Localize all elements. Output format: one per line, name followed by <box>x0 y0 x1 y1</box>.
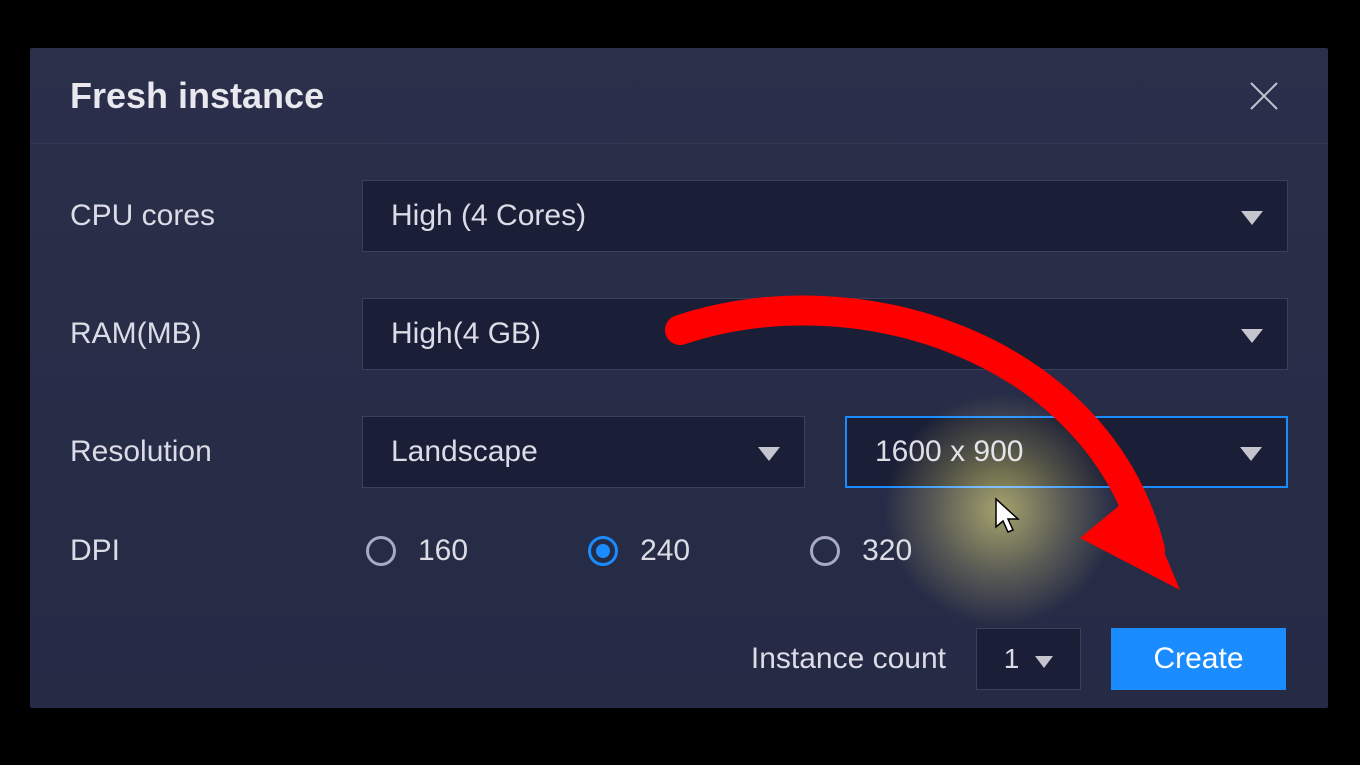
radio-icon <box>366 536 396 566</box>
cpu-select-value: High (4 Cores) <box>391 199 586 233</box>
dpi-option-240[interactable]: 240 <box>588 534 690 568</box>
orientation-select-value: Landscape <box>391 435 538 469</box>
dialog-footer: Instance count 1 Create <box>70 628 1288 690</box>
chevron-down-icon <box>758 435 780 469</box>
dpi-row: DPI 160 240 320 <box>70 534 1288 568</box>
dpi-radio-group: 160 240 320 <box>362 534 912 568</box>
create-button-label: Create <box>1153 642 1243 676</box>
resolution-size-value: 1600 x 900 <box>875 435 1023 469</box>
fresh-instance-dialog: Fresh instance CPU cores High (4 Cores) … <box>30 48 1328 708</box>
dpi-option-320[interactable]: 320 <box>810 534 912 568</box>
dialog-title: Fresh instance <box>70 75 324 117</box>
ram-select[interactable]: High(4 GB) <box>362 298 1288 370</box>
close-button[interactable] <box>1240 72 1288 120</box>
resolution-size-select[interactable]: 1600 x 900 <box>845 416 1288 488</box>
ram-label: RAM(MB) <box>70 317 362 351</box>
cpu-row: CPU cores High (4 Cores) <box>70 180 1288 252</box>
chevron-down-icon <box>1241 199 1263 233</box>
dpi-option-label: 160 <box>418 534 468 568</box>
dpi-option-label: 320 <box>862 534 912 568</box>
ram-row: RAM(MB) High(4 GB) <box>70 298 1288 370</box>
chevron-down-icon <box>1035 643 1053 675</box>
ram-select-value: High(4 GB) <box>391 317 541 351</box>
radio-icon <box>810 536 840 566</box>
resolution-row: Resolution Landscape 1600 x 900 <box>70 416 1288 488</box>
dpi-option-160[interactable]: 160 <box>366 534 468 568</box>
instance-count-label: Instance count <box>751 642 946 676</box>
instance-count-select[interactable]: 1 <box>976 628 1081 690</box>
instance-count-value: 1 <box>1004 643 1020 675</box>
cpu-label: CPU cores <box>70 199 362 233</box>
cpu-select[interactable]: High (4 Cores) <box>362 180 1288 252</box>
create-button[interactable]: Create <box>1111 628 1286 690</box>
radio-dot-icon <box>596 544 610 558</box>
close-icon <box>1247 79 1281 113</box>
resolution-label: Resolution <box>70 435 362 469</box>
radio-icon <box>588 536 618 566</box>
title-bar: Fresh instance <box>30 48 1328 144</box>
chevron-down-icon <box>1241 317 1263 351</box>
dpi-option-label: 240 <box>640 534 690 568</box>
orientation-select[interactable]: Landscape <box>362 416 805 488</box>
dpi-label: DPI <box>70 534 362 568</box>
chevron-down-icon <box>1240 435 1262 469</box>
